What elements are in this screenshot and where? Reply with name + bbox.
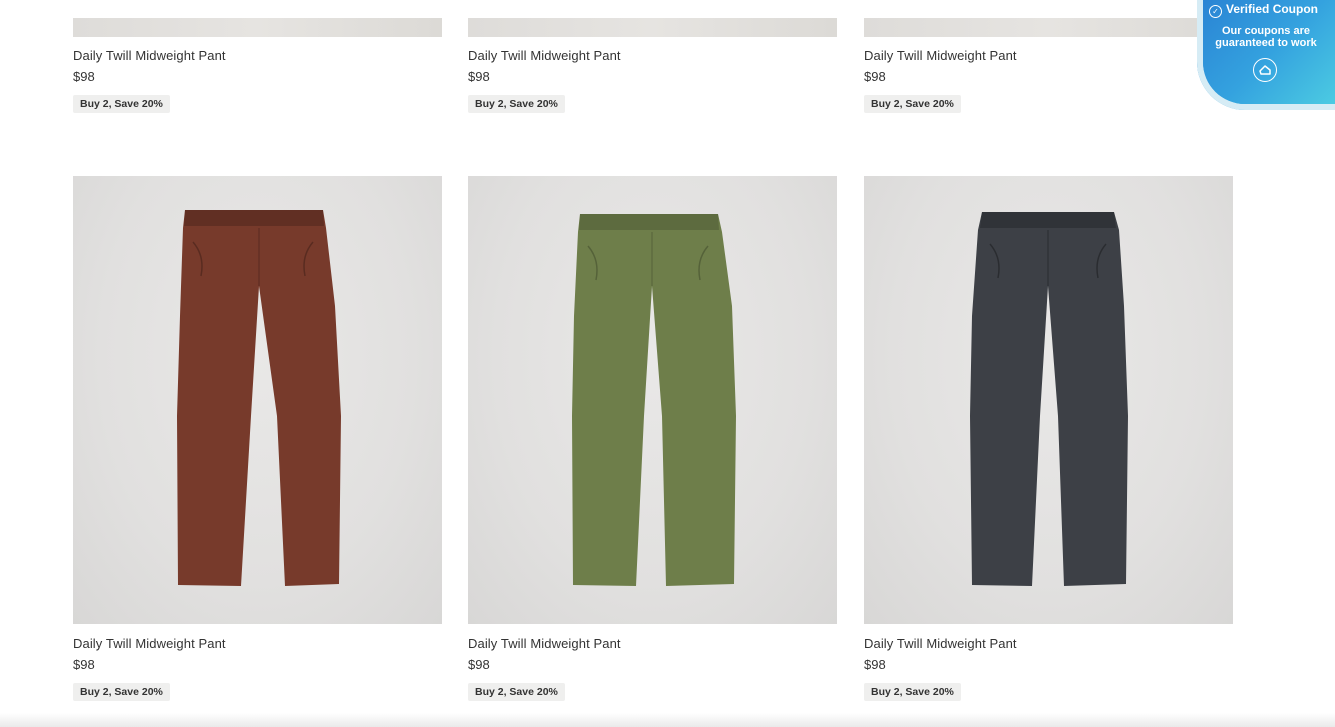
product-title[interactable]: Daily Twill Midweight Pant (864, 636, 1017, 651)
product-card[interactable]: Daily Twill Midweight Pant $98 Buy 2, Sa… (864, 18, 1233, 113)
promo-badge: Buy 2, Save 20% (468, 95, 565, 113)
bottom-shadow (0, 713, 1335, 727)
promo-badge: Buy 2, Save 20% (468, 683, 565, 701)
promo-badge: Buy 2, Save 20% (864, 683, 961, 701)
product-title[interactable]: Daily Twill Midweight Pant (468, 636, 621, 651)
product-price: $98 (73, 69, 95, 84)
product-image[interactable] (73, 18, 442, 37)
promo-badge: Buy 2, Save 20% (73, 683, 170, 701)
product-image[interactable] (468, 176, 837, 624)
product-image[interactable] (864, 176, 1233, 624)
product-card[interactable]: Daily Twill Midweight Pant $98 Buy 2, Sa… (864, 176, 1233, 701)
product-card[interactable]: Daily Twill Midweight Pant $98 Buy 2, Sa… (468, 18, 837, 113)
badge-subtitle: Our coupons are guaranteed to work (1215, 25, 1317, 49)
verified-coupon-badge[interactable]: ✓ Verified Coupon Our coupons are guarant… (1197, 0, 1335, 110)
product-title[interactable]: Daily Twill Midweight Pant (864, 48, 1017, 63)
product-price: $98 (864, 69, 886, 84)
check-circle-icon: ✓ (1209, 5, 1222, 18)
badge-title: ✓ Verified Coupon (1209, 2, 1318, 18)
coupon-logo-svg (1259, 65, 1271, 75)
pant-shape (970, 212, 1128, 586)
product-price: $98 (864, 657, 886, 672)
pant-image (970, 212, 1128, 586)
product-card[interactable]: Daily Twill Midweight Pant $98 Buy 2, Sa… (73, 176, 442, 701)
product-card[interactable]: Daily Twill Midweight Pant $98 Buy 2, Sa… (73, 18, 442, 113)
product-image[interactable] (864, 18, 1233, 37)
pant-image (177, 210, 341, 586)
product-card[interactable]: Daily Twill Midweight Pant $98 Buy 2, Sa… (468, 176, 837, 701)
product-title[interactable]: Daily Twill Midweight Pant (73, 636, 226, 651)
badge-title-text: Verified Coupon (1226, 2, 1319, 16)
product-price: $98 (468, 69, 490, 84)
product-price: $98 (468, 657, 490, 672)
product-image[interactable] (468, 18, 837, 37)
product-price: $98 (73, 657, 95, 672)
product-title[interactable]: Daily Twill Midweight Pant (468, 48, 621, 63)
product-image[interactable] (73, 176, 442, 624)
promo-badge: Buy 2, Save 20% (73, 95, 170, 113)
promo-badge: Buy 2, Save 20% (864, 95, 961, 113)
product-title[interactable]: Daily Twill Midweight Pant (73, 48, 226, 63)
pant-image (572, 214, 736, 586)
coupon-logo-icon[interactable] (1253, 58, 1277, 82)
product-grid-page: Daily Twill Midweight Pant $98 Buy 2, Sa… (0, 0, 1335, 727)
